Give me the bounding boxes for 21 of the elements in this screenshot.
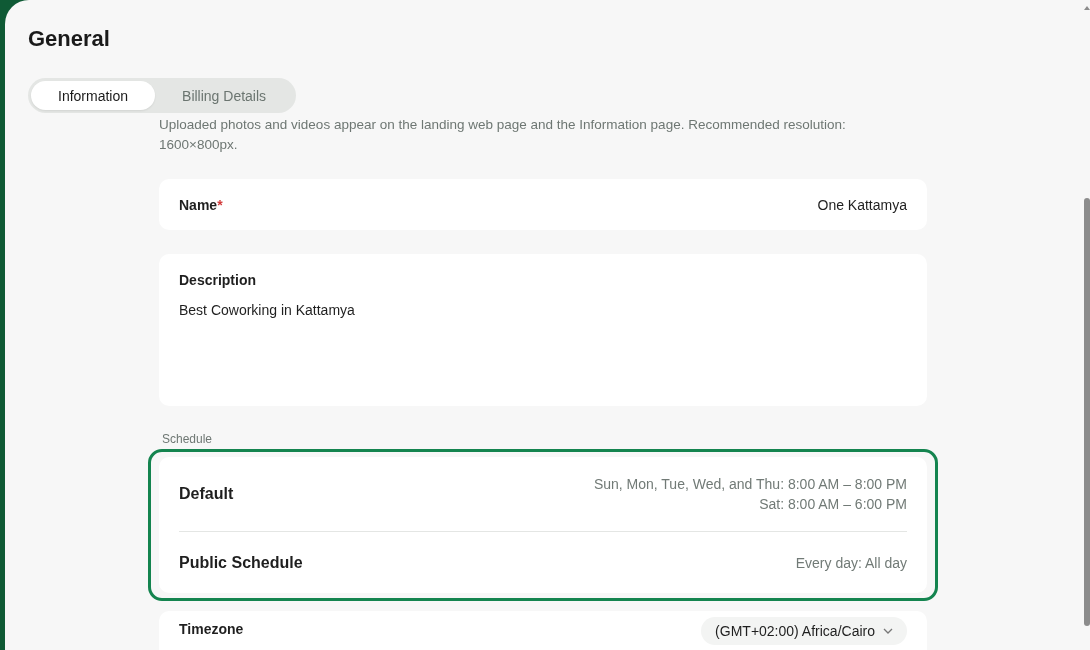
field-value: Best Coworking in Kattamya xyxy=(179,302,356,318)
schedule-title: Public Schedule xyxy=(179,553,303,572)
chevron-down-icon xyxy=(883,628,893,634)
tab[interactable]: Information xyxy=(31,81,156,110)
schedule-hours: Every day: All day xyxy=(795,553,907,572)
description-field[interactable]: Description Best Coworking in Kattamya xyxy=(159,254,927,406)
scroll-up-icon[interactable] xyxy=(1084,6,1090,10)
schedule-hours: Sat: 8:00 AM – 6:00 PM xyxy=(759,495,907,513)
field-label: Description xyxy=(179,272,257,288)
schedule-hours: Sun, Mon, Tue, Wed, and Thu: 8:00 AM – 8:00 PM xyxy=(593,475,907,493)
schedule-title: Default xyxy=(179,485,234,503)
field-label: Timezone xyxy=(179,621,244,637)
section-label: Schedule xyxy=(162,432,214,446)
media-hint: Uploaded photos and videos appear on the landing web page and the Information page. Recommended resolution: 1600×800px. xyxy=(159,116,847,154)
page-title: General xyxy=(28,26,111,52)
timezone-select[interactable]: (GMT+02:00) Africa/Cairo xyxy=(701,617,907,645)
field-label: Name* xyxy=(179,196,223,213)
name-field[interactable]: Name* One Kattamya xyxy=(159,179,927,230)
scrollbar-thumb[interactable] xyxy=(1084,198,1090,626)
tab[interactable]: Billing Details xyxy=(155,81,294,110)
field-value: One Kattamya xyxy=(817,196,907,213)
